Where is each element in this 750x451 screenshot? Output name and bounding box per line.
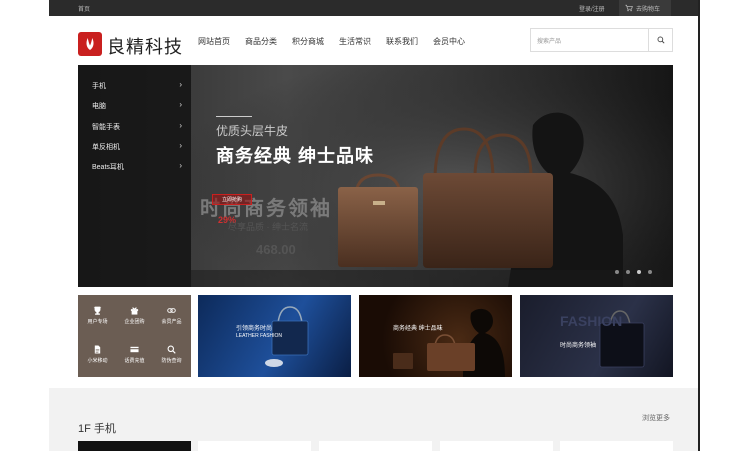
category-label: Beats耳机 <box>92 164 124 171</box>
main-nav: 网站首页 商品分类 积分商城 生活常识 联系我们 会员中心 <box>198 36 480 47</box>
category-item-phone[interactable]: 手机 › <box>92 80 182 91</box>
brown-bag-image <box>393 308 505 377</box>
gift-icon <box>130 307 139 315</box>
category-label: 电脑 <box>92 103 106 110</box>
floor-card[interactable] <box>198 441 311 451</box>
cart-icon <box>625 4 633 12</box>
promo-tile-subtitle: LEATHER FASHION <box>236 333 283 339</box>
floor-card[interactable] <box>78 441 191 451</box>
site-header: 良精科技 网站首页 商品分类 积分商城 生活常识 联系我们 会员中心 搜索产品 <box>49 16 698 64</box>
page-left-margin <box>0 0 49 451</box>
floor-title: 1F 手机 <box>78 423 116 435</box>
browse-more-link[interactable]: 浏览更多 <box>642 413 670 423</box>
cart-button[interactable]: 去购物车 <box>619 0 671 16</box>
floor-card[interactable] <box>560 441 673 451</box>
service-label: 用户专场 <box>87 319 108 325</box>
cart-label: 去购物车 <box>636 6 661 13</box>
search-box: 搜索产品 <box>530 28 673 52</box>
login-register-link[interactable]: 登录/注册 <box>579 4 605 13</box>
slide-dot[interactable] <box>626 270 630 274</box>
banner-slogan-1: 优质头层牛皮 <box>216 124 289 138</box>
promo-tile-title: 引领商务时尚 <box>236 326 273 332</box>
category-item-smartwatch[interactable]: 智能手表 › <box>92 121 182 132</box>
nav-item-points-mall[interactable]: 积分商城 <box>292 36 324 47</box>
category-label: 智能手表 <box>92 124 120 131</box>
category-item-beats[interactable]: Beats耳机 › <box>92 161 182 172</box>
search-input[interactable]: 搜索产品 <box>537 36 561 45</box>
promo-tile-3[interactable]: FASHION 时尚商务领袖 <box>520 295 673 377</box>
search-button[interactable] <box>648 29 672 51</box>
service-mobile[interactable]: 小米移动 <box>79 345 116 364</box>
black-bag-image <box>599 310 645 368</box>
top-bar: 首页 登录/注册 去购物车 <box>49 0 698 16</box>
category-menu: 手机 › 电脑 › 智能手表 › 单反相机 › Beats耳机 › <box>78 65 191 287</box>
promo-tile-title: 商务经典 绅士品味 <box>393 326 443 332</box>
service-label: 企业团购 <box>124 319 145 325</box>
service-label: 会员产品 <box>161 319 182 325</box>
search-icon <box>167 345 176 354</box>
chevron-right-icon: › <box>179 141 182 150</box>
slide-indicator <box>615 270 652 274</box>
service-label: 话费充值 <box>124 358 145 364</box>
category-label: 单反相机 <box>92 144 120 151</box>
service-user-zone[interactable]: 用户专场 <box>79 306 116 325</box>
service-recharge[interactable]: 话费充值 <box>116 345 153 364</box>
promo-tile-watermark: FASHION <box>560 313 623 329</box>
category-label: 手机 <box>92 83 106 90</box>
banner-sub-slogan: 尽享品质 · 绅士名流 <box>228 222 308 232</box>
floor-card[interactable] <box>440 441 553 451</box>
page-right-margin <box>698 0 750 451</box>
nav-item-tips[interactable]: 生活常识 <box>339 36 371 47</box>
link-icon <box>167 308 176 313</box>
slide-dot-active[interactable] <box>637 270 641 274</box>
document-icon <box>94 345 101 354</box>
service-label: 小米移动 <box>87 358 108 364</box>
nav-item-member[interactable]: 会员中心 <box>433 36 465 47</box>
page-frame: 首页 登录/注册 去购物车 良精科技 网站首页 商品分类 积分商城 生活常识 联… <box>49 0 698 451</box>
nav-item-categories[interactable]: 商品分类 <box>245 36 277 47</box>
logo-icon[interactable] <box>78 32 102 56</box>
trophy-icon <box>93 306 102 315</box>
chevron-right-icon: › <box>179 80 182 89</box>
promo-tile-2[interactable]: 商务经典 绅士品味 <box>359 295 512 377</box>
logo-text[interactable]: 良精科技 <box>107 33 183 59</box>
category-item-computer[interactable]: 电脑 › <box>92 100 182 111</box>
search-icon <box>657 36 665 44</box>
nav-item-contact[interactable]: 联系我们 <box>386 36 418 47</box>
hero-banner[interactable]: 手机 › 电脑 › 智能手表 › 单反相机 › Beats耳机 › 优质头层牛皮 商务经典… <box>78 65 673 287</box>
service-label: 防伪查询 <box>161 358 182 364</box>
promo-tile-1[interactable]: 引领商务时尚 LEATHER FASHION <box>198 295 351 377</box>
promo-tile-title: 时尚商务领袖 <box>560 343 597 349</box>
top-home-link[interactable]: 首页 <box>78 4 90 13</box>
card-icon <box>130 346 139 353</box>
service-group-buy[interactable]: 企业团购 <box>116 306 153 325</box>
chevron-right-icon: › <box>179 121 182 130</box>
category-item-camera[interactable]: 单反相机 › <box>92 141 182 152</box>
service-member-products[interactable]: 会员产品 <box>153 306 190 325</box>
slide-dot[interactable] <box>615 270 619 274</box>
chevron-right-icon: › <box>179 161 182 170</box>
service-anti-fake[interactable]: 防伪查询 <box>153 345 190 364</box>
banner-price: 468.00 <box>256 242 296 257</box>
banner-detail-button[interactable]: 立即抢购 <box>212 194 252 205</box>
nav-item-home[interactable]: 网站首页 <box>198 36 230 47</box>
chevron-right-icon: › <box>179 100 182 109</box>
banner-slogan-2: 商务经典 绅士品味 <box>216 146 375 166</box>
slogan-divider <box>216 116 252 117</box>
service-grid: 用户专场 企业团购 会员产品 小米移动 话费充值 防伪查询 <box>78 295 191 377</box>
slide-dot[interactable] <box>648 270 652 274</box>
floor-card[interactable] <box>319 441 432 451</box>
